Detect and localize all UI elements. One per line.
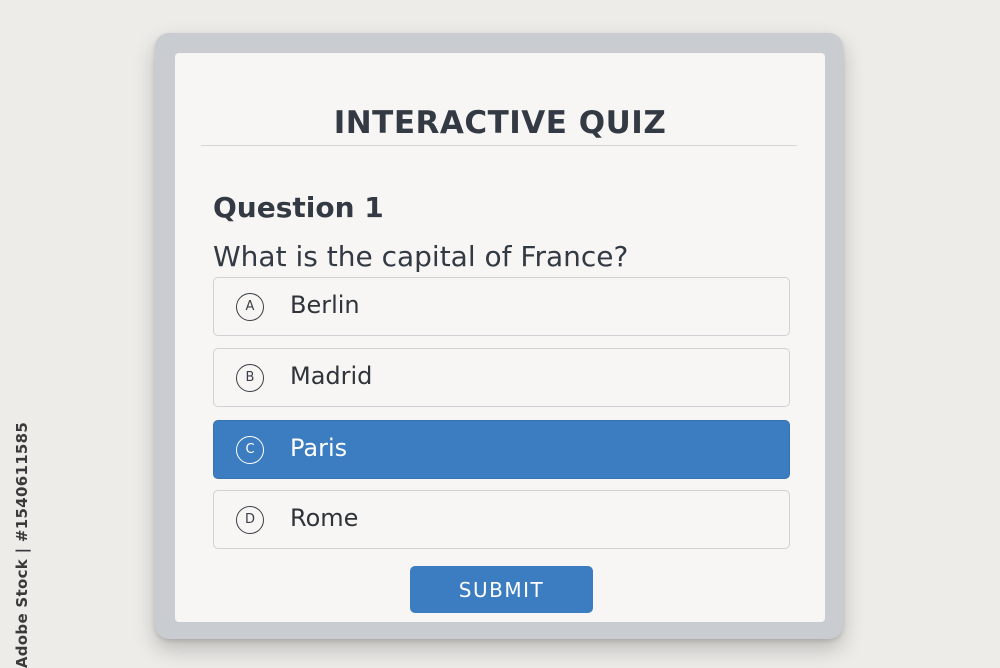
question-text: What is the capital of France?	[213, 240, 629, 273]
option-b-badge: B	[236, 364, 264, 392]
option-b[interactable]: B Madrid	[213, 348, 790, 407]
option-c[interactable]: C Paris	[213, 420, 790, 479]
option-d-label: Rome	[290, 504, 359, 532]
quiz-device-frame: INTERACTIVE QUIZ Question 1 What is the …	[155, 33, 843, 639]
quiz-panel: INTERACTIVE QUIZ Question 1 What is the …	[175, 53, 825, 622]
watermark-side-text: Adobe Stock | #1540611585	[13, 421, 31, 668]
option-c-badge: C	[236, 436, 264, 464]
option-c-label: Paris	[290, 434, 348, 462]
option-b-label: Madrid	[290, 362, 373, 390]
question-number: Question 1	[213, 191, 384, 224]
option-a-badge: A	[236, 293, 264, 321]
title-divider	[201, 145, 797, 146]
option-d-badge: D	[236, 506, 264, 534]
quiz-title: INTERACTIVE QUIZ	[333, 105, 667, 141]
submit-button[interactable]: SUBMIT	[410, 566, 593, 613]
option-d[interactable]: D Rome	[213, 490, 790, 549]
option-a-label: Berlin	[290, 291, 360, 319]
option-a[interactable]: A Berlin	[213, 277, 790, 336]
watermark-side-text-container: Adobe Stock | #1540611585	[12, 421, 32, 668]
